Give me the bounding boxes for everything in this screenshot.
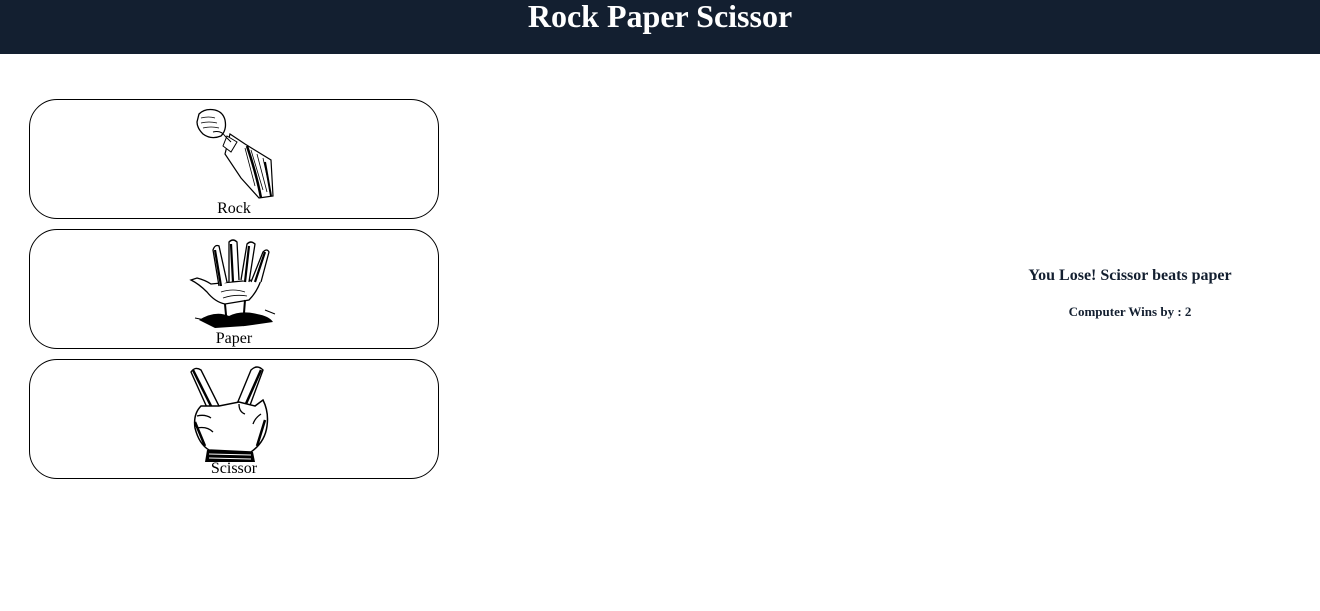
paper-label: Paper <box>215 330 253 347</box>
result-message: You Lose! Scissor beats paper <box>1028 267 1232 284</box>
open-palm-hand-icon <box>185 236 285 332</box>
scissor-button[interactable]: Scissor <box>29 359 439 479</box>
choices-panel: Rock Paper Scissor <box>29 99 439 489</box>
fist-hand-icon <box>185 106 285 202</box>
page-title: Rock Paper Scissor <box>527 0 793 34</box>
header-bar: Rock Paper Scissor <box>0 0 1320 54</box>
paper-button[interactable]: Paper <box>29 229 439 349</box>
scissor-label: Scissor <box>210 460 258 477</box>
rock-button[interactable]: Rock <box>29 99 439 219</box>
rock-label: Rock <box>217 200 251 217</box>
result-panel: You Lose! Scissor beats paper Computer W… <box>980 266 1280 320</box>
score-text: Computer Wins by : 2 <box>1068 304 1192 319</box>
two-finger-hand-icon <box>185 366 285 462</box>
